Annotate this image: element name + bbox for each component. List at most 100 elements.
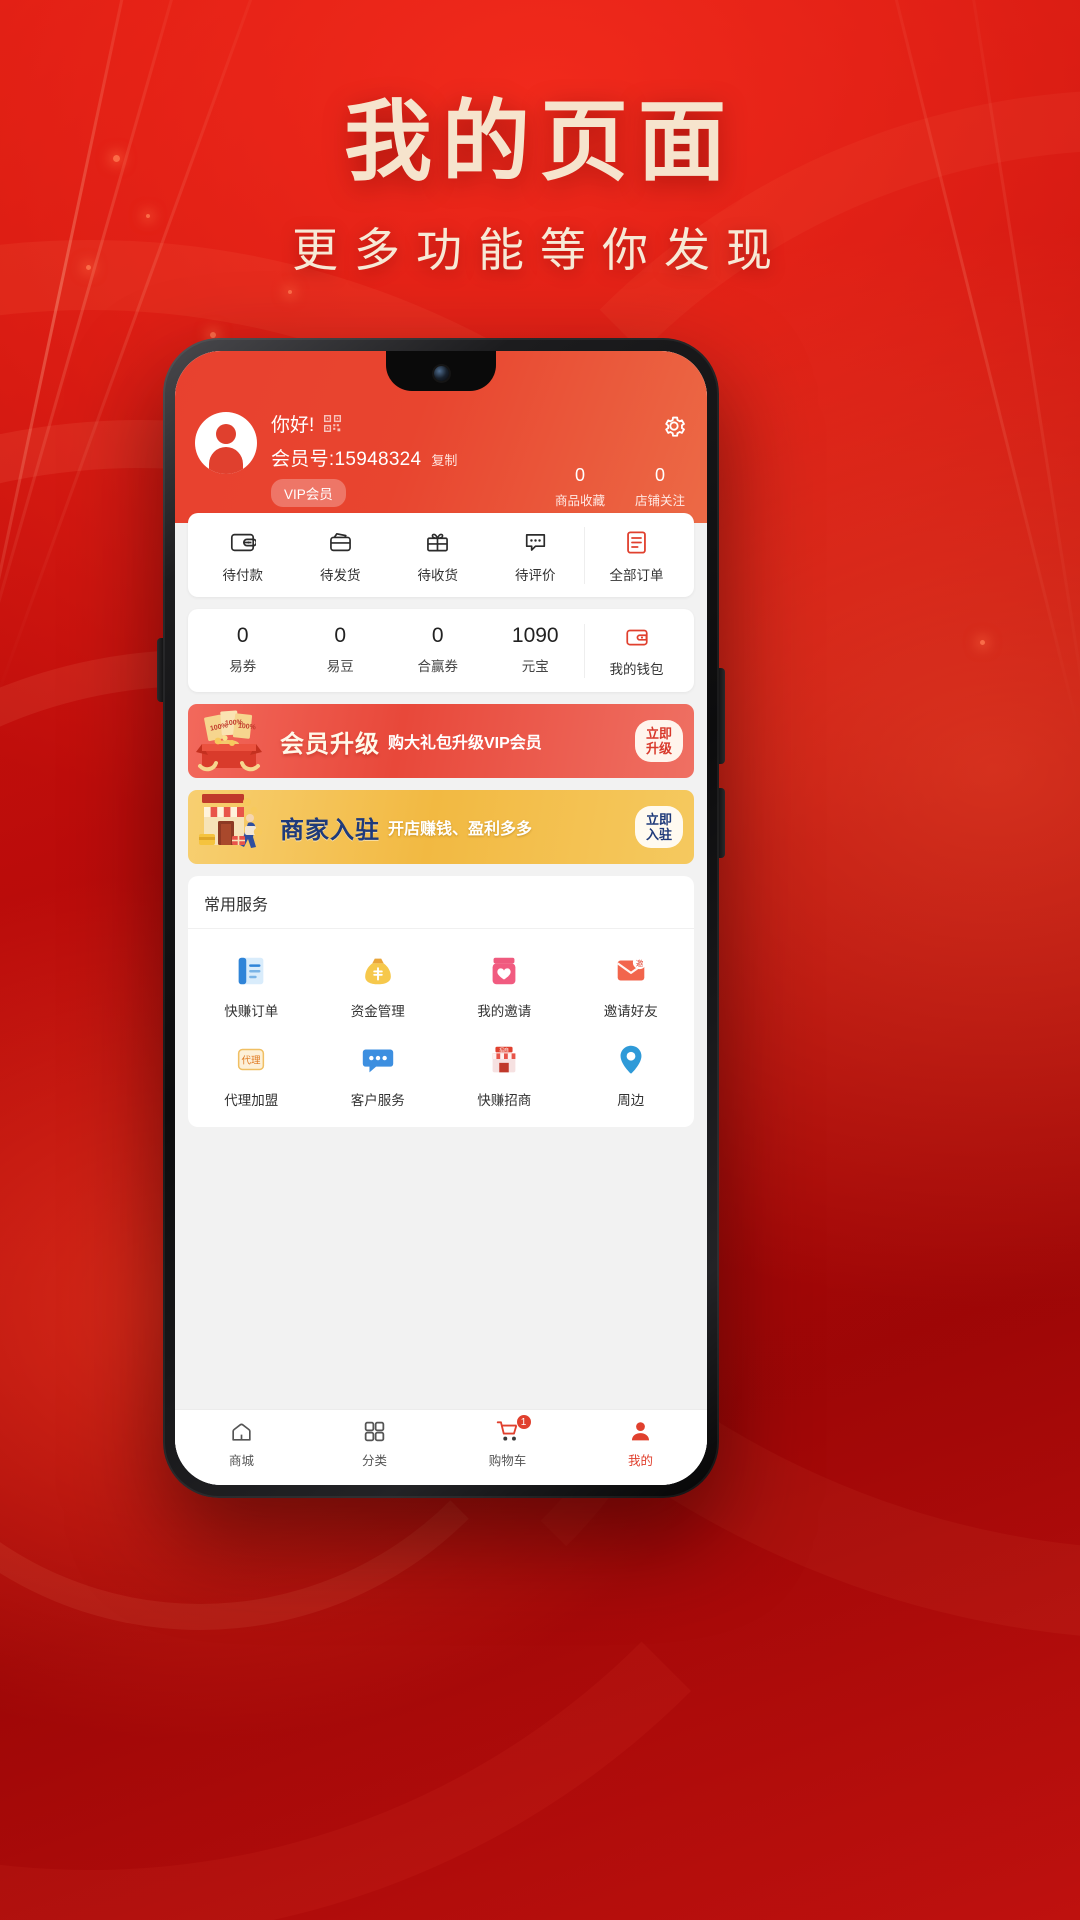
front-camera-icon (433, 365, 449, 381)
service-label: 快赚招商 (477, 1093, 532, 1108)
banner-title: 会员升级 (280, 730, 380, 758)
document-blue-icon (188, 950, 315, 992)
phone-mockup: 你好! 会员号:15948324 复制 VIP会员 0 商品收藏 0 店铺关注 … (157, 338, 725, 1498)
order-status-card: 待付款 待发货 待收货 待评价 全部订单 (188, 513, 694, 597)
gift-box-icon: 100% 100% 100% (188, 704, 280, 778)
order-status-label: 待评价 (515, 568, 556, 583)
wallet-value: 1090 (511, 624, 559, 647)
tab-category[interactable]: 分类 (308, 1416, 441, 1469)
phone-notch (386, 351, 496, 391)
comment-icon (487, 527, 585, 557)
banner-merchant-join[interactable]: 商家入驻 开店赚钱、盈利多多 立即 入驻 (188, 790, 694, 864)
merchant-recruit-icon: 招商 (441, 1039, 568, 1081)
order-status-pending-shipment[interactable]: 待发货 (292, 527, 390, 584)
order-status-label: 待收货 (417, 568, 459, 583)
tab-cart[interactable]: 1 购物车 (441, 1414, 574, 1469)
my-wallet-button[interactable]: 我的钱包 (584, 624, 688, 678)
tab-label: 分类 (361, 1454, 387, 1468)
tab-label: 商城 (228, 1454, 254, 1468)
sparkle-dot (288, 290, 292, 294)
copy-button[interactable]: 复制 (431, 450, 457, 469)
banner-vip-upgrade[interactable]: 100% 100% 100% 会员升级 购大礼包升级VIP会员 立即 升级 (188, 704, 694, 778)
purse-icon (585, 624, 688, 650)
stat-label: 店铺关注 (634, 494, 685, 508)
svg-text:邀: 邀 (636, 958, 644, 968)
banner-cta-button[interactable]: 立即 升级 (634, 719, 683, 763)
services-card: 常用服务 快赚订单 资金管理 我的邀请 邀 邀请好友 代理 代理加盟 客户服务 … (188, 876, 694, 1127)
app-scroll-area[interactable]: 你好! 会员号:15948324 复制 VIP会员 0 商品收藏 0 店铺关注 … (175, 351, 707, 1409)
stat-value: 0 (654, 465, 665, 486)
cta-line-1: 立即 (645, 811, 672, 827)
stat-shop-follows[interactable]: 0 店铺关注 (635, 465, 685, 509)
order-status-label: 待付款 (222, 568, 264, 583)
sparkle-dot (980, 640, 985, 645)
service-label: 周边 (617, 1093, 645, 1108)
storefront-icon (188, 790, 280, 864)
service-item-fund-management[interactable]: 资金管理 (315, 937, 442, 1026)
tab-mine[interactable]: 我的 (574, 1416, 707, 1469)
wallet-label: 合赢券 (417, 659, 459, 674)
tab-mall[interactable]: 商城 (175, 1416, 308, 1469)
gear-icon[interactable] (661, 413, 687, 439)
all-orders-label: 全部订单 (609, 568, 664, 583)
wallet-label: 易券 (229, 659, 257, 674)
bottom-spacer (175, 1127, 707, 1153)
cart-icon (441, 1416, 574, 1446)
service-label: 我的邀请 (477, 1004, 532, 1019)
qr-code-icon[interactable] (324, 415, 342, 432)
wallet-item-bean[interactable]: 0 易豆 (292, 624, 390, 678)
wallet-label: 元宝 (521, 659, 549, 674)
order-status-label: 待发货 (320, 568, 361, 583)
greeting-text: 你好! (271, 415, 315, 436)
banner-cta-button[interactable]: 立即 入驻 (634, 805, 683, 849)
cta-line-2: 升级 (645, 741, 672, 756)
agent-tag-icon: 代理 (188, 1039, 315, 1081)
wallet-item-ingot[interactable]: 1090 元宝 (487, 624, 585, 678)
service-label: 资金管理 (350, 1004, 405, 1019)
order-list-icon (585, 527, 688, 557)
service-item-invite-friends[interactable]: 邀 邀请好友 (568, 937, 695, 1026)
chat-bubble-icon (315, 1039, 442, 1081)
service-label: 快赚订单 (224, 1004, 279, 1019)
avatar-body (209, 447, 243, 474)
service-item-merchant-recruit[interactable]: 招商 快赚招商 (441, 1026, 568, 1115)
service-label: 邀请好友 (603, 1004, 658, 1019)
stat-favorites[interactable]: 0 商品收藏 (555, 465, 605, 509)
home-icon (175, 1416, 308, 1446)
service-label: 代理加盟 (224, 1093, 279, 1108)
service-item-nearby[interactable]: 周边 (568, 1026, 695, 1115)
wallet-value: 0 (236, 624, 249, 647)
cta-line-1: 立即 (645, 725, 672, 741)
app-container: 你好! 会员号:15948324 复制 VIP会员 0 商品收藏 0 店铺关注 … (175, 351, 707, 1485)
invite-envelope-icon: 邀 (568, 950, 695, 992)
service-item-customer-service[interactable]: 客户服务 (315, 1026, 442, 1115)
order-status-pending-receipt[interactable]: 待收货 (389, 527, 487, 584)
cart-badge: 1 (515, 1414, 532, 1430)
all-orders-button[interactable]: 全部订单 (584, 527, 688, 584)
phone-side-button (719, 788, 725, 858)
service-label: 客户服务 (350, 1093, 405, 1108)
tab-label: 购物车 (488, 1454, 527, 1468)
service-item-my-invitation[interactable]: 我的邀请 (441, 937, 568, 1026)
location-pin-icon (568, 1039, 695, 1081)
avatar[interactable] (195, 412, 257, 474)
cta-line-2: 入驻 (645, 827, 672, 842)
banner-subtitle: 开店赚钱、盈利多多 (388, 821, 533, 838)
order-status-pending-payment[interactable]: 待付款 (194, 527, 292, 584)
promo-header: 我的页面 更多功能等你发现 (0, 95, 1080, 280)
avatar-head (216, 424, 236, 444)
vip-badge[interactable]: VIP会员 (271, 479, 346, 507)
wallet-item-winwin-coupon[interactable]: 0 合赢券 (389, 624, 487, 678)
svg-text:代理: 代理 (242, 1055, 262, 1066)
phone-screen: 你好! 会员号:15948324 复制 VIP会员 0 商品收藏 0 店铺关注 … (175, 351, 707, 1485)
service-item-quick-earn-orders[interactable]: 快赚订单 (188, 937, 315, 1026)
wallet-item-coupon[interactable]: 0 易券 (194, 624, 292, 678)
box-icon (292, 527, 390, 557)
service-item-agent-join[interactable]: 代理 代理加盟 (188, 1026, 315, 1115)
heart-jar-icon (441, 950, 568, 992)
services-title: 常用服务 (188, 876, 694, 929)
wallet-icon (194, 527, 292, 557)
order-status-pending-review[interactable]: 待评价 (487, 527, 585, 584)
category-grid-icon (308, 1416, 441, 1446)
stat-value: 0 (574, 465, 585, 486)
